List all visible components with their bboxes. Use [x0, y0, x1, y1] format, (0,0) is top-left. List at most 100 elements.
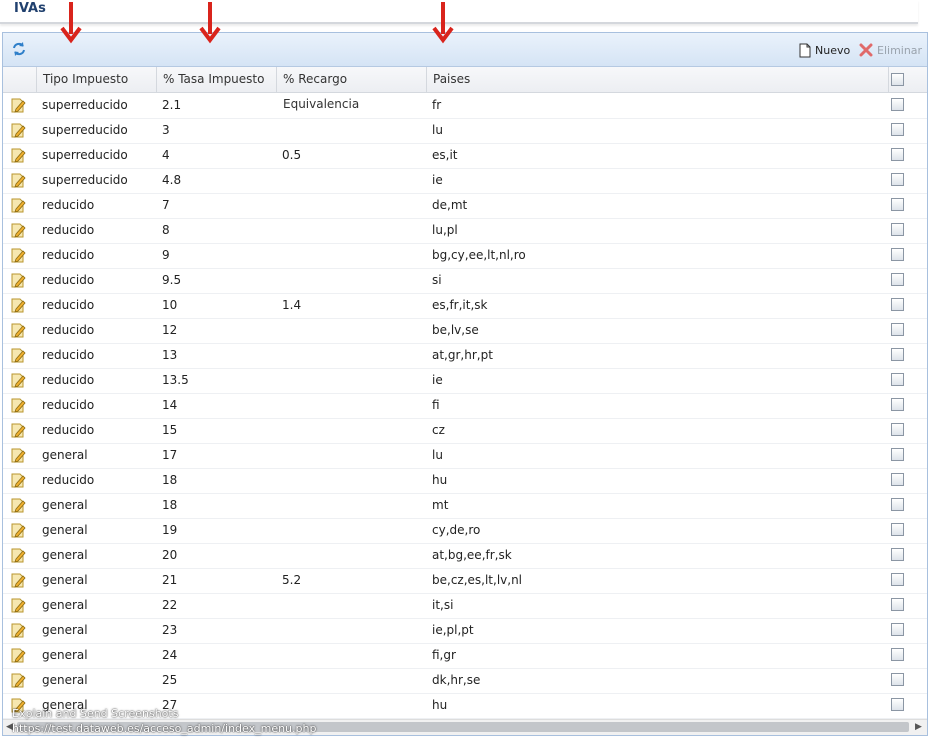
row-checkbox[interactable] [891, 223, 904, 236]
annotation-arrow-icon [60, 2, 82, 44]
table-row[interactable]: general 23 ie,pl,pt [3, 618, 927, 644]
table-row[interactable]: reducido 8 lu,pl [3, 218, 927, 244]
edit-icon[interactable] [11, 622, 26, 638]
table-row[interactable]: general 17 lu [3, 443, 927, 469]
table-row[interactable]: reducido 15 cz [3, 418, 927, 444]
row-checkbox[interactable] [891, 698, 904, 711]
edit-icon[interactable] [11, 397, 26, 413]
edit-icon[interactable] [11, 147, 26, 163]
select-all-checkbox[interactable] [891, 73, 904, 86]
row-checkbox[interactable] [891, 423, 904, 436]
row-checkbox[interactable] [891, 348, 904, 361]
edit-icon[interactable] [11, 522, 26, 538]
edit-icon[interactable] [11, 122, 26, 138]
table-row[interactable]: general 21 5.2 be,cz,es,lt,lv,nl [3, 568, 927, 594]
row-checkbox[interactable] [891, 473, 904, 486]
cell-paises: be,cz,es,lt,lv,nl [432, 573, 523, 587]
refresh-icon[interactable] [11, 41, 27, 57]
edit-icon[interactable] [11, 472, 26, 488]
edit-icon[interactable] [11, 297, 26, 313]
row-checkbox[interactable] [891, 548, 904, 561]
row-checkbox[interactable] [891, 198, 904, 211]
edit-icon[interactable] [11, 372, 26, 388]
row-checkbox[interactable] [891, 173, 904, 186]
edit-icon[interactable] [11, 97, 26, 113]
cell-recargo: 0.5 [282, 148, 302, 162]
scroll-right-icon[interactable]: ▶ [915, 722, 922, 732]
cell-paises: es,fr,it,sk [432, 298, 488, 312]
table-row[interactable]: superreducido 4 0.5 es,it [3, 143, 927, 169]
table-row[interactable]: general 22 it,si [3, 593, 927, 619]
row-checkbox[interactable] [891, 573, 904, 586]
edit-icon[interactable] [11, 422, 26, 438]
table-row[interactable]: superreducido 4.8 ie [3, 168, 927, 194]
cell-tipo: superreducido [42, 173, 128, 187]
eliminar-button[interactable]: Eliminar [859, 41, 922, 59]
column-header-paises[interactable]: Paises [426, 67, 888, 92]
table-row[interactable]: general 19 cy,de,ro [3, 518, 927, 544]
edit-icon[interactable] [11, 322, 26, 338]
cell-tasa: 9.5 [162, 273, 182, 287]
table-row[interactable]: reducido 14 fi [3, 393, 927, 419]
cell-tipo: reducido [42, 398, 95, 412]
row-checkbox[interactable] [891, 448, 904, 461]
row-checkbox[interactable] [891, 623, 904, 636]
table-row[interactable]: reducido 7 de,mt [3, 193, 927, 219]
cell-tipo: superreducido [42, 98, 128, 112]
cell-tipo: general [42, 523, 88, 537]
row-checkbox[interactable] [891, 523, 904, 536]
table-row[interactable]: reducido 13.5 ie [3, 368, 927, 394]
cell-tasa: 20 [162, 548, 178, 562]
edit-icon[interactable] [11, 172, 26, 188]
table-row[interactable]: reducido 12 be,lv,se [3, 318, 927, 344]
row-checkbox[interactable] [891, 273, 904, 286]
cell-paises: it,si [432, 598, 454, 612]
cell-tasa: 8 [162, 223, 170, 237]
row-checkbox[interactable] [891, 648, 904, 661]
row-checkbox[interactable] [891, 123, 904, 136]
table-row[interactable]: general 25 dk,hr,se [3, 668, 927, 694]
row-checkbox[interactable] [891, 498, 904, 511]
edit-icon[interactable] [11, 497, 26, 513]
table-row[interactable]: general 20 at,bg,ee,fr,sk [3, 543, 927, 569]
table-row[interactable]: superreducido 2.1 fr [3, 93, 927, 119]
row-checkbox[interactable] [891, 323, 904, 336]
row-checkbox[interactable] [891, 373, 904, 386]
cell-tipo: superreducido [42, 123, 128, 137]
row-checkbox[interactable] [891, 248, 904, 261]
row-checkbox[interactable] [891, 98, 904, 111]
table-row[interactable]: general 18 mt [3, 493, 927, 519]
row-checkbox[interactable] [891, 398, 904, 411]
nuevo-button[interactable]: Nuevo [799, 41, 850, 59]
edit-icon[interactable] [11, 672, 26, 688]
column-header-tasa[interactable]: % Tasa Impuesto [156, 67, 276, 92]
table-row[interactable]: reducido 18 hu [3, 468, 927, 494]
row-checkbox[interactable] [891, 673, 904, 686]
column-header-tipo[interactable]: Tipo Impuesto [36, 67, 156, 92]
row-checkbox[interactable] [891, 148, 904, 161]
table-row[interactable]: reducido 9 bg,cy,ee,lt,nl,ro [3, 243, 927, 269]
edit-icon[interactable] [11, 272, 26, 288]
edit-icon[interactable] [11, 597, 26, 613]
status-text: Explain and Send Screenshots [12, 707, 179, 720]
table-row[interactable]: reducido 10 1.4 es,fr,it,sk [3, 293, 927, 319]
row-checkbox[interactable] [891, 598, 904, 611]
row-checkbox[interactable] [891, 298, 904, 311]
table-row[interactable]: reducido 9.5 si [3, 268, 927, 294]
table-row[interactable]: general 24 fi,gr [3, 643, 927, 669]
edit-icon[interactable] [11, 347, 26, 363]
cell-paises: ie,pl,pt [432, 623, 474, 637]
column-header-recargo[interactable]: % Recargo Equivalencia [276, 67, 426, 111]
edit-icon[interactable] [11, 547, 26, 563]
cell-tipo: reducido [42, 198, 95, 212]
edit-icon[interactable] [11, 197, 26, 213]
cell-tipo: reducido [42, 348, 95, 362]
table-row[interactable]: superreducido 3 lu [3, 118, 927, 144]
edit-icon[interactable] [11, 572, 26, 588]
edit-icon[interactable] [11, 247, 26, 263]
edit-icon[interactable] [11, 447, 26, 463]
cell-tasa: 2.1 [162, 98, 182, 112]
table-row[interactable]: reducido 13 at,gr,hr,pt [3, 343, 927, 369]
edit-icon[interactable] [11, 222, 26, 238]
edit-icon[interactable] [11, 647, 26, 663]
